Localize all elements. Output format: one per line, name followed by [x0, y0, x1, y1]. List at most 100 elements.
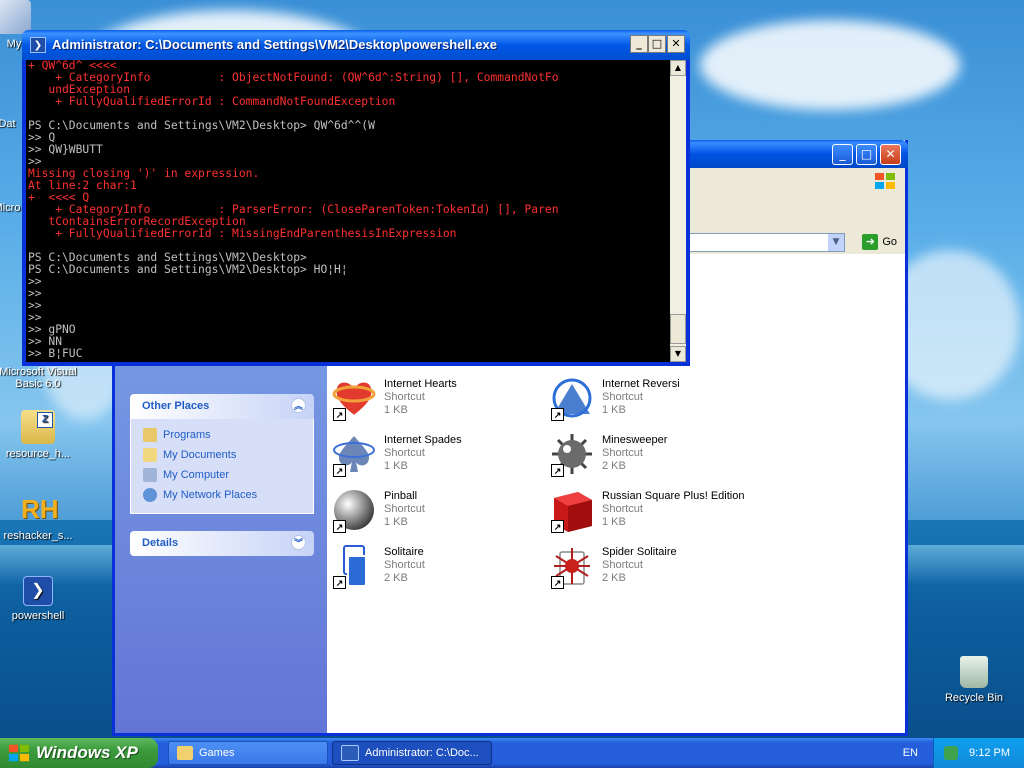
other-places-body: Programs My Documents My Computer My Net… — [130, 419, 314, 514]
other-places-header[interactable]: Other Places ︽ — [130, 394, 314, 419]
link-label: My Computer — [163, 469, 230, 481]
file-name: Solitaire — [384, 546, 424, 558]
link-label: My Documents — [163, 449, 237, 461]
cloud — [700, 20, 960, 110]
console-line: >> — [28, 299, 42, 312]
go-button[interactable]: ➜ Go — [862, 233, 897, 251]
desktop-icon-recycle-bin[interactable]: Recycle Bin — [934, 656, 1014, 704]
desktop-icon-label: reshacker_s... — [3, 530, 73, 542]
desktop-icon-label: resource_h... — [5, 448, 71, 460]
clock[interactable]: 9:12 PM — [969, 747, 1010, 759]
console-line: PS C:\Documents and Settings\VM2\Desktop… — [28, 119, 375, 132]
recycle-bin-icon — [960, 656, 988, 688]
file-size: 2 KB — [602, 460, 626, 472]
taskbar-button-label: Games — [199, 747, 235, 759]
my-computer-icon — [0, 0, 31, 34]
shortcut-arrow-icon: ↗ — [333, 464, 346, 477]
console-line: >> — [28, 275, 42, 288]
console-scrollbar[interactable]: ▲ ▼ — [670, 60, 686, 362]
scroll-down-button[interactable]: ▼ — [670, 346, 686, 362]
taskbar: Windows XP Games Administrator: C:\Doc..… — [0, 738, 1024, 768]
shortcut-arrow-icon: ↗ — [333, 520, 346, 533]
console-line: >> NN — [28, 335, 63, 348]
network-icon[interactable] — [944, 746, 958, 760]
file-name: Minesweeper — [602, 434, 668, 446]
language-indicator[interactable]: EN — [903, 747, 918, 759]
start-label: Windows XP — [36, 743, 138, 762]
windows-flag-icon — [875, 173, 895, 189]
go-label: Go — [882, 236, 897, 248]
taskbar-button-powershell[interactable]: Administrator: C:\Doc... — [332, 741, 492, 765]
file-name: Russian Square Plus! Edition — [602, 490, 745, 502]
file-item[interactable]: ↗ Internet Spades Shortcut 1 KB — [330, 430, 540, 480]
details-title: Details — [142, 537, 179, 549]
file-type: Shortcut — [384, 559, 425, 571]
file-type: Shortcut — [602, 503, 643, 515]
console-line: + FullyQualifiedErrorId : MissingEndPare… — [28, 227, 457, 240]
shortcut-arrow-icon: ↗ — [551, 464, 564, 477]
desktop-icon-powershell[interactable]: ❯ powershell — [0, 576, 78, 622]
maximize-button[interactable]: □ — [856, 144, 877, 165]
collapse-chevron-icon[interactable]: ︽ — [291, 398, 306, 413]
desktop-icon-label: Microsoft Visual Basic 6.0 — [0, 366, 77, 390]
desktop-icon-reshacker[interactable]: RH reshacker_s... — [0, 492, 78, 542]
other-places-title: Other Places — [142, 400, 210, 412]
console-line: At line:2 char:1 — [28, 179, 137, 192]
other-places-link-programs[interactable]: Programs — [143, 425, 313, 445]
file-name: Internet Reversi — [602, 378, 680, 390]
file-size: 2 KB — [384, 572, 408, 584]
expand-chevron-icon[interactable]: ︾ — [291, 535, 306, 550]
maximize-button[interactable]: □ — [648, 35, 666, 53]
details-panel: Details ︾ — [130, 531, 314, 556]
file-size: 2 KB — [602, 572, 626, 584]
minimize-button[interactable]: _ — [630, 35, 648, 53]
windows-flag-icon — [8, 744, 30, 762]
console-line: + FullyQualifiedErrorId : CommandNotFoun… — [28, 95, 396, 108]
desktop-icon-resource-hacker-zip[interactable]: Z resource_h... — [0, 410, 78, 460]
shortcut-arrow-icon: ↗ — [333, 576, 346, 589]
powershell-icon: ❯ — [30, 37, 46, 53]
shortcut-arrow-icon: ↗ — [551, 520, 564, 533]
powershell-icon: ❯ — [23, 576, 53, 606]
address-dropdown-icon[interactable]: ▼ — [828, 234, 844, 251]
file-item[interactable]: ↗ Internet Hearts Shortcut 1 KB — [330, 374, 540, 424]
file-type: Shortcut — [384, 447, 425, 459]
other-places-link-network-places[interactable]: My Network Places — [143, 485, 313, 505]
powershell-title: Administrator: C:\Documents and Settings… — [52, 37, 497, 52]
minimize-button[interactable]: _ — [832, 144, 853, 165]
file-type: Shortcut — [384, 503, 425, 515]
other-places-link-my-documents[interactable]: My Documents — [143, 445, 313, 465]
scroll-up-button[interactable]: ▲ — [670, 60, 686, 76]
link-label: My Network Places — [163, 489, 258, 501]
go-arrow-icon: ➜ — [862, 234, 879, 250]
desktop-icon-label: My — [6, 38, 22, 50]
console-line: >> QW}WBUTT — [28, 143, 103, 156]
taskbar-button-games[interactable]: Games — [168, 741, 328, 765]
file-size: 1 KB — [602, 516, 626, 528]
file-type: Shortcut — [602, 391, 643, 403]
file-item[interactable]: ↗ Solitaire Shortcut 2 KB — [330, 542, 540, 592]
file-item[interactable]: ↗ Russian Square Plus! Edition Shortcut … — [548, 486, 758, 536]
details-header[interactable]: Details ︾ — [130, 531, 314, 556]
console-line: >> — [28, 311, 42, 324]
database-icon — [0, 100, 24, 114]
file-item[interactable]: ↗ Pinball Shortcut 1 KB — [330, 486, 540, 536]
close-button[interactable]: ✕ — [880, 144, 901, 165]
console-line: >> gPNO — [28, 323, 76, 336]
file-name: Internet Hearts — [384, 378, 457, 390]
app-icon — [0, 184, 24, 198]
file-item[interactable]: ↗ Spider Solitaire Shortcut 2 KB — [548, 542, 758, 592]
other-places-link-my-computer[interactable]: My Computer — [143, 465, 313, 485]
powershell-window: ❯ Administrator: C:\Documents and Settin… — [22, 30, 690, 366]
reshacker-icon: RH — [21, 494, 59, 524]
file-item[interactable]: ↗ Internet Reversi Shortcut 1 KB — [548, 374, 758, 424]
file-name: Internet Spades — [384, 434, 462, 446]
system-tray: 9:12 PM — [933, 738, 1024, 768]
powershell-title-bar[interactable]: ❯ Administrator: C:\Documents and Settin… — [22, 30, 690, 60]
file-item[interactable]: ↗ Minesweeper Shortcut 2 KB — [548, 430, 758, 480]
start-button[interactable]: Windows XP — [0, 738, 158, 768]
console-line: >> B¦FUC — [28, 347, 83, 360]
scroll-thumb[interactable] — [670, 314, 686, 344]
close-button[interactable]: ✕ — [667, 35, 685, 53]
console-output[interactable]: + QW^6d^ <<<< + CategoryInfo : ObjectNot… — [26, 60, 670, 362]
